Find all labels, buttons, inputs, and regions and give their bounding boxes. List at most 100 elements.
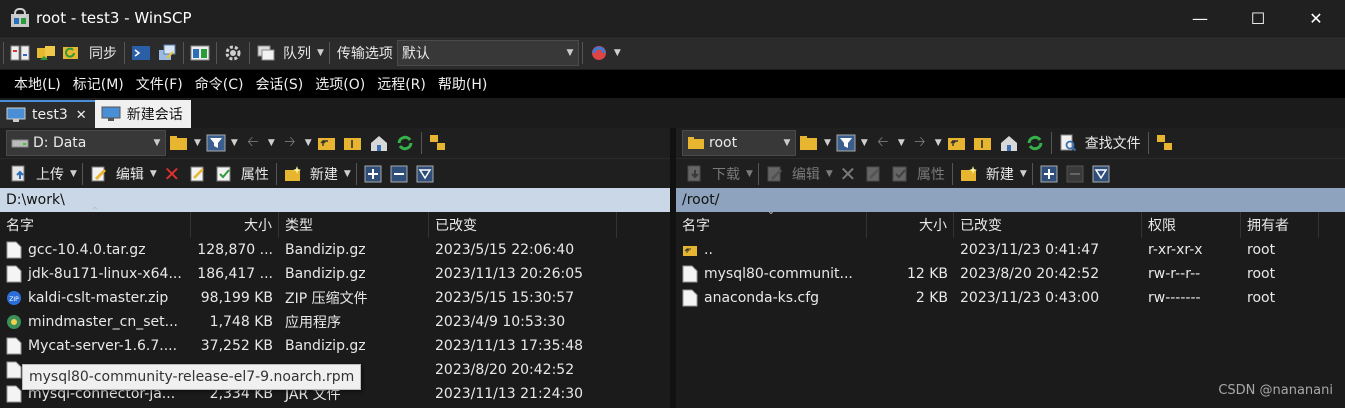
delete-icon[interactable]: ✕ bbox=[161, 162, 183, 186]
download-button[interactable]: 下载 bbox=[712, 164, 740, 184]
chevron-down-icon[interactable]: ▼ bbox=[150, 169, 157, 179]
chevron-down-icon[interactable]: ▼ bbox=[826, 169, 833, 179]
edit-button[interactable]: 编辑 bbox=[116, 164, 144, 184]
chevron-down-icon[interactable]: ▼ bbox=[268, 138, 275, 148]
close-button[interactable]: ✕ bbox=[1287, 0, 1345, 36]
edit-button[interactable]: 编辑 bbox=[792, 164, 820, 184]
properties-button[interactable]: 属性 bbox=[917, 164, 945, 184]
table-row[interactable]: .. 2023/11/23 0:41:47 r-xr-xr-x root bbox=[676, 238, 1345, 262]
console-icon[interactable] bbox=[130, 42, 152, 64]
column-type[interactable]: 类型 bbox=[279, 212, 429, 238]
menu-local[interactable]: 本地(L) bbox=[8, 74, 67, 94]
download-icon[interactable] bbox=[684, 163, 706, 185]
chevron-down-icon[interactable]: ▼ bbox=[194, 138, 201, 148]
tab-test3[interactable]: test3 ✕ bbox=[0, 100, 95, 128]
new-button[interactable]: 新建 bbox=[310, 164, 338, 184]
refresh-icon[interactable] bbox=[394, 132, 416, 154]
chevron-down-icon[interactable]: ▼ bbox=[614, 48, 621, 58]
column-size[interactable]: 大小 bbox=[867, 212, 954, 238]
back-arrow-icon[interactable]: 🡠 bbox=[242, 132, 264, 154]
parent-directory-icon[interactable] bbox=[946, 132, 968, 154]
filter-icon[interactable] bbox=[205, 132, 227, 154]
home-icon[interactable] bbox=[998, 132, 1020, 154]
minimize-button[interactable]: — bbox=[1171, 0, 1229, 36]
filter-files-icon[interactable] bbox=[1090, 163, 1112, 185]
chevron-down-icon[interactable]: ▼ bbox=[70, 169, 77, 179]
menu-commands[interactable]: 命令(C) bbox=[189, 74, 250, 94]
find-directory-icon[interactable] bbox=[1154, 132, 1176, 154]
new-button[interactable]: 新建 bbox=[986, 164, 1014, 184]
open-folder-icon[interactable] bbox=[798, 132, 820, 154]
properties-button[interactable]: 属性 bbox=[241, 164, 269, 184]
local-drive-select[interactable]: D: Data ▼ bbox=[6, 130, 166, 156]
chevron-down-icon[interactable]: ▼ bbox=[861, 138, 868, 148]
unselect-files-minus-icon[interactable] bbox=[1064, 163, 1086, 185]
tab-new-session[interactable]: 新建会话 bbox=[94, 100, 191, 128]
gear-icon[interactable] bbox=[222, 42, 244, 64]
new-item-icon[interactable] bbox=[282, 163, 304, 185]
menu-options[interactable]: 选项(O) bbox=[309, 74, 371, 94]
menu-remote[interactable]: 远程(R) bbox=[371, 74, 432, 94]
table-row[interactable]: jdk-8u171-linux-x64... 186,417 ... Bandi… bbox=[0, 262, 670, 286]
sync-button[interactable]: 同步 bbox=[89, 43, 117, 63]
upload-icon[interactable] bbox=[8, 163, 30, 185]
chevron-down-icon[interactable]: ▼ bbox=[344, 169, 351, 179]
find-files-button[interactable]: 查找文件 bbox=[1085, 133, 1141, 153]
chevron-down-icon[interactable]: ▼ bbox=[935, 138, 942, 148]
select-files-plus-icon[interactable] bbox=[362, 163, 384, 185]
open-folder-icon[interactable] bbox=[168, 132, 190, 154]
queue-icon[interactable] bbox=[255, 42, 277, 64]
table-row[interactable]: ZIP kaldi-cslt-master.zip 98,199 KB ZIP 压… bbox=[0, 286, 670, 310]
back-arrow-icon[interactable]: 🡠 bbox=[872, 132, 894, 154]
compare-directories-icon[interactable] bbox=[9, 42, 31, 64]
menu-files[interactable]: 文件(F) bbox=[130, 74, 189, 94]
filter-files-icon[interactable] bbox=[414, 163, 436, 185]
find-directory-icon[interactable] bbox=[427, 132, 449, 154]
refresh-icon[interactable] bbox=[1024, 132, 1046, 154]
chevron-down-icon[interactable]: ▼ bbox=[1020, 169, 1027, 179]
edit-icon[interactable] bbox=[88, 163, 110, 185]
parent-directory-icon[interactable] bbox=[316, 132, 338, 154]
edit-icon[interactable] bbox=[764, 163, 786, 185]
upload-button[interactable]: 上传 bbox=[36, 164, 64, 184]
queue-button[interactable]: 队列 bbox=[283, 43, 311, 63]
chevron-down-icon[interactable]: ▼ bbox=[305, 138, 312, 148]
column-permissions[interactable]: 权限 bbox=[1142, 212, 1241, 238]
new-window-icon[interactable] bbox=[189, 42, 211, 64]
new-item-icon[interactable] bbox=[958, 163, 980, 185]
table-row[interactable]: Mycat-server-1.6.7.... 37,252 KB Bandizi… bbox=[0, 334, 670, 358]
unselect-files-minus-icon[interactable] bbox=[388, 163, 410, 185]
column-name[interactable]: ⌄ 名字 bbox=[676, 206, 867, 238]
select-files-plus-icon[interactable] bbox=[1038, 163, 1060, 185]
find-files-icon[interactable] bbox=[1057, 132, 1079, 154]
transfer-settings-icon[interactable] bbox=[588, 42, 610, 64]
column-size[interactable]: 大小 bbox=[191, 212, 279, 238]
menu-mark[interactable]: 标记(M) bbox=[67, 74, 130, 94]
remote-directory-select[interactable]: root ▼ bbox=[682, 130, 796, 156]
table-row[interactable]: mindmaster_cn_set... 1,748 KB 应用程序 2023/… bbox=[0, 310, 670, 334]
chevron-down-icon[interactable]: ▼ bbox=[746, 169, 753, 179]
table-row[interactable]: mysql80-communit... 12 KB 2023/8/20 20:4… bbox=[676, 262, 1345, 286]
chevron-down-icon[interactable]: ▼ bbox=[317, 48, 324, 58]
root-directory-icon[interactable] bbox=[972, 132, 994, 154]
home-icon[interactable] bbox=[368, 132, 390, 154]
menu-help[interactable]: 帮助(H) bbox=[432, 74, 493, 94]
chevron-down-icon[interactable]: ▼ bbox=[231, 138, 238, 148]
properties-icon[interactable] bbox=[889, 163, 911, 185]
column-owner[interactable]: 拥有者 bbox=[1241, 212, 1319, 238]
transfer-preset-select[interactable]: 默认 ▼ bbox=[396, 40, 579, 66]
synchronize-icon[interactable] bbox=[61, 42, 83, 64]
chevron-down-icon[interactable]: ▼ bbox=[824, 138, 831, 148]
delete-icon[interactable]: ✕ bbox=[837, 162, 859, 186]
properties-icon[interactable] bbox=[213, 163, 235, 185]
chevron-down-icon[interactable]: ▼ bbox=[898, 138, 905, 148]
menu-session[interactable]: 会话(S) bbox=[249, 74, 309, 94]
maximize-button[interactable]: ☐ bbox=[1229, 0, 1287, 36]
column-name[interactable]: ⌃ 名字 bbox=[0, 206, 191, 238]
synchronize-browsing-icon[interactable] bbox=[35, 42, 57, 64]
filter-icon[interactable] bbox=[835, 132, 857, 154]
table-row[interactable]: gcc-10.4.0.tar.gz 128,870 ... Bandizip.g… bbox=[0, 238, 670, 262]
column-changed[interactable]: 已改变 bbox=[429, 212, 617, 238]
forward-arrow-icon[interactable]: 🡢 bbox=[909, 132, 931, 154]
rename-icon[interactable] bbox=[863, 163, 885, 185]
